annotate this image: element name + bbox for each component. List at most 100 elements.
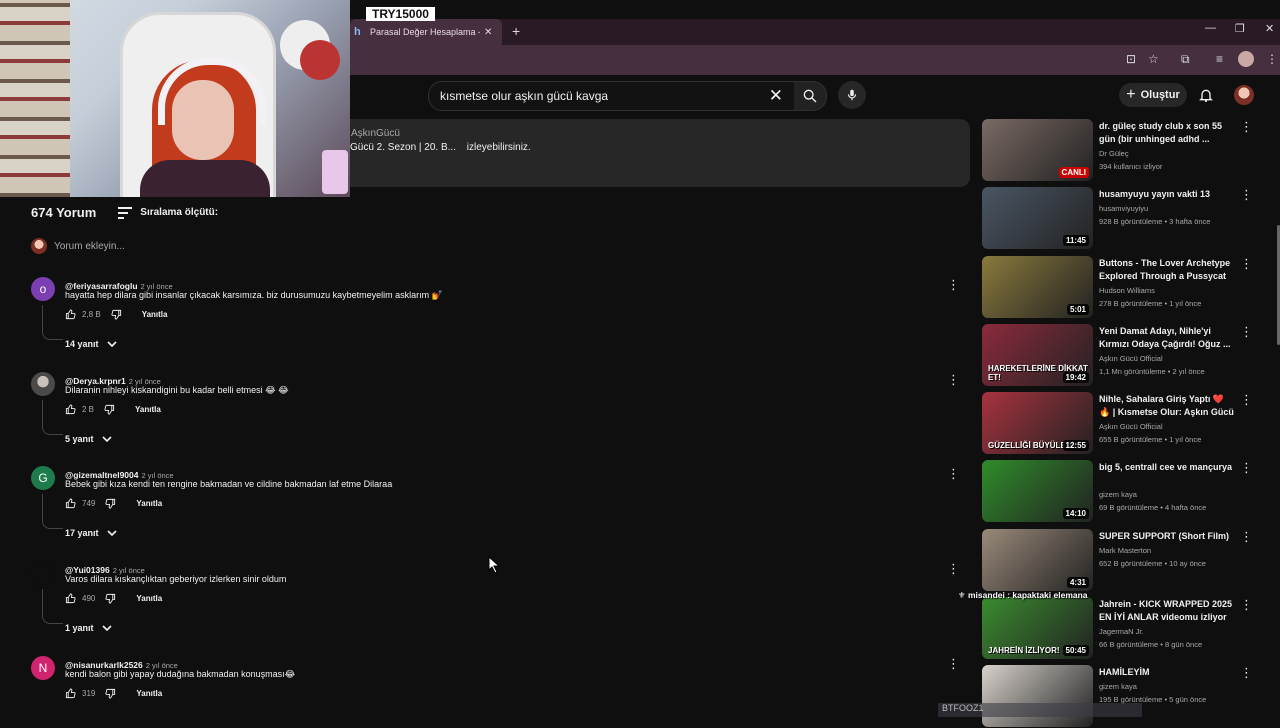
channel-name[interactable]: Dr Güleç bbox=[1099, 149, 1129, 158]
channel-name[interactable]: JagermaN Jr. bbox=[1099, 627, 1144, 636]
recommended-video[interactable]: 11:45 husamyuyu yayın vakti 13 husamviyuyi… bbox=[982, 187, 1272, 250]
comment-avatar[interactable]: G bbox=[31, 466, 55, 490]
video-thumbnail[interactable] bbox=[982, 665, 1093, 727]
video-thumbnail[interactable]: CANLI bbox=[982, 119, 1093, 181]
video-more-icon[interactable]: ⋮ bbox=[1240, 392, 1253, 408]
add-comment-input[interactable]: Yorum ekleyin... bbox=[54, 241, 125, 252]
recommended-video[interactable]: 14:10 big 5, centrall cee ve mançurya gize… bbox=[982, 460, 1272, 523]
comment-more-icon[interactable]: ⋮ bbox=[947, 372, 960, 388]
channel-name[interactable]: Aşkın Gücü Official bbox=[1099, 422, 1163, 431]
comment-avatar[interactable]: N bbox=[31, 656, 55, 680]
show-replies-button[interactable]: 17 yanıt bbox=[65, 528, 117, 538]
description-hashtag[interactable]: AşkınGücü bbox=[351, 128, 400, 139]
video-more-icon[interactable]: ⋮ bbox=[1240, 324, 1253, 340]
comment-avatar[interactable] bbox=[31, 561, 55, 585]
video-title[interactable]: husamyuyu yayın vakti 13 bbox=[1099, 188, 1234, 201]
notifications-bell-icon[interactable] bbox=[1198, 86, 1214, 104]
search-box[interactable]: kısmetse olur aşkın gücü kavga ✕ bbox=[428, 81, 796, 111]
video-more-icon[interactable]: ⋮ bbox=[1240, 119, 1253, 135]
comment-more-icon[interactable]: ⋮ bbox=[947, 656, 960, 672]
browser-tab[interactable]: h Parasal Değer Hesaplama - HEI ✕ bbox=[350, 19, 502, 45]
video-thumbnail[interactable]: 11:45 bbox=[982, 187, 1093, 249]
video-title[interactable]: HAMİLEYİM bbox=[1099, 666, 1234, 679]
tab-close-icon[interactable]: ✕ bbox=[484, 27, 492, 38]
video-more-icon[interactable]: ⋮ bbox=[1240, 460, 1253, 476]
comment-avatar[interactable]: o bbox=[31, 277, 55, 301]
video-more-icon[interactable]: ⋮ bbox=[1240, 187, 1253, 203]
comment-more-icon[interactable]: ⋮ bbox=[947, 277, 960, 293]
show-replies-button[interactable]: 5 yanıt bbox=[65, 434, 112, 444]
search-input[interactable]: kısmetse olur aşkın gücü kavga bbox=[440, 89, 608, 103]
video-description[interactable]: AşkınGücü Gücü 2. Sezon | 20. B... izley… bbox=[350, 119, 970, 187]
add-comment-box[interactable]: Yorum ekleyin... bbox=[31, 238, 125, 254]
video-more-icon[interactable]: ⋮ bbox=[1240, 529, 1253, 545]
recommended-video[interactable]: GÜZELLİĞİ BÜYÜLEDİ! 12:55 Nihle, Sahalara … bbox=[982, 392, 1272, 455]
channel-name[interactable]: gizem kaya bbox=[1099, 682, 1137, 691]
video-thumbnail[interactable]: 5:01 bbox=[982, 256, 1093, 318]
video-thumbnail[interactable]: HAREKETLERİNE DİKKAT ET! 19:42 bbox=[982, 324, 1093, 386]
account-avatar[interactable] bbox=[1234, 85, 1254, 105]
bookmark-star-icon[interactable]: ☆ bbox=[1148, 52, 1159, 66]
channel-name[interactable]: gizem kaya bbox=[1099, 490, 1137, 499]
dislike-icon[interactable] bbox=[104, 404, 115, 415]
description-link[interactable]: Gücü 2. Sezon | 20. B... bbox=[350, 142, 456, 153]
video-title[interactable]: Nihle, Sahalara Giriş Yaptı ❤️🔥 | Kısmet… bbox=[1099, 393, 1234, 419]
video-title[interactable]: Yeni Damat Adayı, Nihle'yi Kırmızı Odaya… bbox=[1099, 325, 1234, 351]
reply-button[interactable]: Yanıtla bbox=[142, 310, 168, 319]
video-title[interactable]: Buttons - The Lover Archetype Explored T… bbox=[1099, 257, 1234, 284]
channel-name[interactable]: Aşkın Gücü Official bbox=[1099, 354, 1163, 363]
comment-more-icon[interactable]: ⋮ bbox=[947, 561, 960, 577]
reply-button[interactable]: Yanıtla bbox=[136, 689, 162, 698]
browser-profile-avatar[interactable] bbox=[1238, 51, 1254, 67]
like-icon[interactable] bbox=[65, 309, 76, 320]
recommended-video[interactable]: HAREKETLERİNE DİKKAT ET! 19:42 Yeni Damat … bbox=[982, 324, 1272, 387]
recommended-video[interactable]: CANLI dr. güleç study club x son 55 gün (… bbox=[982, 119, 1272, 182]
comment-more-icon[interactable]: ⋮ bbox=[947, 466, 960, 482]
channel-name[interactable]: Mark Masterton bbox=[1099, 546, 1151, 555]
video-more-icon[interactable]: ⋮ bbox=[1240, 597, 1253, 613]
extensions-icon[interactable]: ⧉ bbox=[1181, 52, 1190, 67]
browser-menu-icon[interactable]: ⋮ bbox=[1266, 52, 1278, 66]
like-icon[interactable] bbox=[65, 688, 76, 699]
channel-name[interactable]: Hudson Williams bbox=[1099, 286, 1155, 295]
reply-button[interactable]: Yanıtla bbox=[135, 405, 161, 414]
voice-search-button[interactable] bbox=[838, 81, 866, 109]
dislike-icon[interactable] bbox=[105, 688, 116, 699]
like-icon[interactable] bbox=[65, 593, 76, 604]
recommended-video[interactable]: 4:31 SUPER SUPPORT (Short Film) Mark Maste… bbox=[982, 529, 1272, 592]
install-app-icon[interactable]: ⊡ bbox=[1126, 52, 1136, 66]
clear-search-icon[interactable]: ✕ bbox=[769, 86, 783, 106]
video-more-icon[interactable]: ⋮ bbox=[1240, 256, 1253, 272]
channel-name[interactable]: husamviyuyiyu bbox=[1099, 204, 1148, 213]
create-button[interactable]: + Oluştur bbox=[1119, 83, 1187, 107]
like-icon[interactable] bbox=[65, 498, 76, 509]
recommended-video[interactable]: HAMİLEYİM gizem kaya 195 B görüntüleme • 5… bbox=[982, 665, 1272, 728]
sort-button[interactable]: Sıralama ölçütü: bbox=[118, 206, 218, 219]
minimize-icon[interactable]: — bbox=[1205, 22, 1216, 34]
like-icon[interactable] bbox=[65, 404, 76, 415]
media-control-icon[interactable]: ≡ bbox=[1216, 52, 1223, 66]
video-title[interactable]: Jahrein - KICK WRAPPED 2025 EN İYİ ANLAR… bbox=[1099, 598, 1234, 624]
new-tab-icon[interactable]: + bbox=[512, 23, 520, 39]
dislike-icon[interactable] bbox=[105, 498, 116, 509]
restore-icon[interactable]: ❐ bbox=[1235, 22, 1245, 35]
recommended-video[interactable]: JAHREİN İZLİYOR! 50:45 Jahrein - KICK WRAP… bbox=[982, 597, 1272, 660]
close-window-icon[interactable]: ✕ bbox=[1265, 22, 1274, 35]
video-title[interactable]: SUPER SUPPORT (Short Film) bbox=[1099, 530, 1234, 543]
comment-avatar[interactable] bbox=[31, 372, 55, 396]
dislike-icon[interactable] bbox=[105, 593, 116, 604]
video-thumbnail[interactable]: JAHREİN İZLİYOR! 50:45 bbox=[982, 597, 1093, 659]
reply-button[interactable]: Yanıtla bbox=[136, 594, 162, 603]
show-replies-button[interactable]: 1 yanıt bbox=[65, 623, 112, 633]
recommended-video[interactable]: 5:01 Buttons - The Lover Archetype Explor… bbox=[982, 256, 1272, 319]
video-thumbnail[interactable]: 4:31 bbox=[982, 529, 1093, 591]
show-replies-button[interactable]: 14 yanıt bbox=[65, 339, 117, 349]
reply-button[interactable]: Yanıtla bbox=[136, 499, 162, 508]
video-thumbnail[interactable]: GÜZELLİĞİ BÜYÜLEDİ! 12:55 bbox=[982, 392, 1093, 454]
video-thumbnail[interactable]: 14:10 bbox=[982, 460, 1093, 522]
search-button[interactable] bbox=[794, 81, 827, 111]
video-more-icon[interactable]: ⋮ bbox=[1240, 665, 1253, 681]
video-title[interactable]: dr. güleç study club x son 55 gün (bir u… bbox=[1099, 120, 1234, 146]
video-title[interactable]: big 5, centrall cee ve mançurya bbox=[1099, 461, 1234, 474]
dislike-icon[interactable] bbox=[111, 309, 122, 320]
